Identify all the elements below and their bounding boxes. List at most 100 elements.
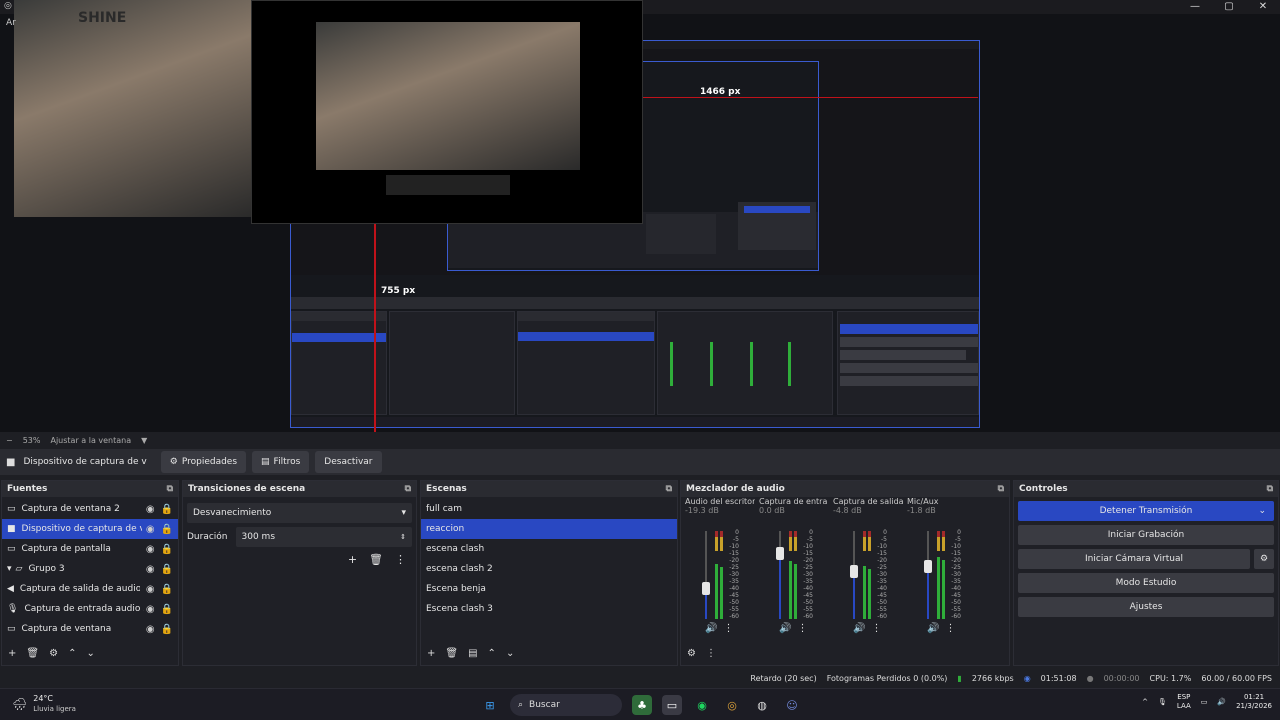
- cap-logo-text: SHINE: [78, 10, 127, 26]
- more-options-icon[interactable]: ⋮: [395, 553, 406, 566]
- clock[interactable]: 01:21 21/3/2026: [1236, 693, 1272, 711]
- source-item[interactable]: ◀ Captura de salida de audio 3 ◉ 🔒: [2, 579, 178, 599]
- scene-item[interactable]: escena clash 2: [421, 559, 677, 579]
- source-item[interactable]: ■ Dispositivo de captura de vide ◉ 🔒: [2, 519, 178, 539]
- eye-icon[interactable]: ◉: [146, 564, 155, 575]
- start-recording-button[interactable]: Iniciar Grabación: [1018, 525, 1274, 545]
- scene-item[interactable]: Escena benja: [421, 579, 677, 599]
- volume-icon[interactable]: 🔊: [705, 623, 717, 634]
- volume-slider-knob[interactable]: [850, 564, 858, 578]
- language-indicator[interactable]: ESP LAA: [1177, 693, 1191, 711]
- scale-tick: -50: [729, 599, 739, 606]
- volume-icon[interactable]: 🔊: [1217, 698, 1226, 706]
- status-bar: Retardo (20 sec) Fotogramas Perdidos 0 (…: [0, 669, 1280, 687]
- eye-icon[interactable]: ◉: [146, 584, 155, 595]
- volume-icon[interactable]: 🔊: [853, 623, 865, 634]
- add-transition-button[interactable]: +: [348, 553, 357, 566]
- settings-button[interactable]: Ajustes: [1018, 597, 1274, 617]
- chevron-down-icon[interactable]: ⌄: [1258, 506, 1266, 516]
- more-options-icon[interactable]: ⋮: [706, 648, 716, 659]
- chevron-down-icon[interactable]: ▾: [7, 564, 12, 574]
- weather-widget[interactable]: 🌧 24°C Lluvia ligera: [12, 694, 76, 714]
- app-menu-label[interactable]: Ar: [6, 18, 16, 28]
- studio-mode-button[interactable]: Modo Estudio: [1018, 573, 1274, 593]
- lock-icon[interactable]: 🔒: [161, 604, 173, 615]
- eye-icon[interactable]: ◉: [146, 604, 155, 615]
- duration-input[interactable]: 300 ms ⇕: [235, 527, 412, 547]
- zoom-out-button[interactable]: −: [6, 436, 13, 445]
- remove-source-button[interactable]: 🗑: [26, 648, 39, 659]
- source-item[interactable]: ▭ Captura de ventana 2 ◉ 🔒: [2, 499, 178, 519]
- dock-undock-icon[interactable]: ⧉: [1267, 484, 1273, 494]
- minimize-button[interactable]: —: [1178, 0, 1212, 14]
- remove-scene-button[interactable]: 🗑: [445, 648, 458, 659]
- deactivate-button[interactable]: Desactivar: [315, 451, 382, 473]
- taskbar-search[interactable]: ⌕ Buscar: [510, 694, 622, 716]
- eye-icon[interactable]: ◉: [146, 504, 155, 515]
- lock-icon[interactable]: 🔒: [161, 504, 173, 515]
- scene-item[interactable]: full cam: [421, 499, 677, 519]
- add-source-button[interactable]: +: [8, 648, 16, 659]
- stepper-icon[interactable]: ⇕: [400, 533, 406, 541]
- lock-icon[interactable]: 🔒: [161, 584, 173, 595]
- scene-item[interactable]: Escena clash 3: [421, 599, 677, 619]
- lock-icon[interactable]: 🔒: [161, 624, 173, 635]
- lock-icon[interactable]: 🔒: [161, 564, 173, 575]
- add-scene-button[interactable]: +: [427, 648, 435, 659]
- eye-icon[interactable]: ◉: [146, 624, 155, 635]
- maximize-button[interactable]: ▢: [1212, 0, 1246, 14]
- chrome-icon[interactable]: ◎: [722, 695, 742, 715]
- start-virtual-camera-button[interactable]: Iniciar Cámara Virtual: [1018, 549, 1250, 569]
- discord-icon[interactable]: ☺: [782, 695, 802, 715]
- source-item[interactable]: ▭ Captura de ventana ◉ 🔒: [2, 619, 178, 639]
- dock-undock-icon[interactable]: ⧉: [405, 484, 411, 494]
- dock-undock-icon[interactable]: ⧉: [167, 484, 173, 494]
- volume-icon[interactable]: 🔊: [927, 623, 939, 634]
- eye-icon[interactable]: ◉: [146, 544, 155, 555]
- game-icon[interactable]: ♣: [632, 695, 652, 715]
- obs-icon[interactable]: ◍: [752, 695, 772, 715]
- scene-filter-button[interactable]: ▤: [468, 648, 477, 659]
- preview-canvas[interactable]: 1466 px 755 px SHINE: [0, 0, 1280, 432]
- start-menu-icon[interactable]: ⊞: [480, 695, 500, 715]
- move-down-button[interactable]: ⌄: [86, 648, 94, 659]
- file-explorer-icon[interactable]: ▭: [662, 695, 682, 715]
- stop-stream-button[interactable]: Detener Transmisión ⌄: [1018, 501, 1274, 521]
- properties-button[interactable]: ⚙ Propiedades: [160, 451, 247, 473]
- network-icon[interactable]: ▭: [1201, 698, 1208, 706]
- volume-slider-knob[interactable]: [702, 582, 710, 596]
- spotify-icon[interactable]: ◉: [692, 695, 712, 715]
- more-options-icon[interactable]: ⋮: [871, 623, 881, 634]
- advanced-audio-icon[interactable]: ⚙: [687, 648, 696, 659]
- volume-slider-knob[interactable]: [924, 560, 932, 574]
- dock-undock-icon[interactable]: ⧉: [998, 484, 1004, 494]
- source-item[interactable]: 🎙 Captura de entrada audio 3 ◉ 🔒: [2, 599, 178, 619]
- lock-icon[interactable]: 🔒: [161, 544, 173, 555]
- scene-item[interactable]: escena clash: [421, 539, 677, 559]
- source-item[interactable]: ▭ Captura de pantalla ◉ 🔒: [2, 539, 178, 559]
- filters-button[interactable]: ▤ Filtros: [252, 451, 310, 473]
- remove-transition-button[interactable]: 🗑: [369, 553, 383, 566]
- move-down-button[interactable]: ⌄: [506, 648, 514, 659]
- source-settings-button[interactable]: ⚙: [49, 648, 58, 659]
- move-up-button[interactable]: ⌃: [68, 648, 76, 659]
- more-options-icon[interactable]: ⋮: [723, 623, 733, 634]
- scene-item[interactable]: reaccion: [421, 519, 677, 539]
- zoom-dropdown-icon[interactable]: ▼: [141, 436, 147, 445]
- transition-select[interactable]: Desvanecimiento ▾: [187, 503, 412, 523]
- volume-icon[interactable]: 🔊: [779, 623, 791, 634]
- source-item[interactable]: ▾ ▱ Grupo 3 ◉ 🔒: [2, 559, 178, 579]
- move-up-button[interactable]: ⌃: [488, 648, 496, 659]
- virtual-camera-settings-gear-icon[interactable]: ⚙: [1254, 549, 1274, 569]
- more-options-icon[interactable]: ⋮: [797, 623, 807, 634]
- scale-tick: -35: [877, 578, 887, 585]
- eye-icon[interactable]: ◉: [146, 524, 155, 535]
- dock-undock-icon[interactable]: ⧉: [666, 484, 672, 494]
- close-button[interactable]: ✕: [1246, 0, 1280, 14]
- mixer-footer: ⚙ ⋮: [681, 643, 1009, 663]
- lock-icon[interactable]: 🔒: [161, 524, 173, 535]
- more-options-icon[interactable]: ⋮: [945, 623, 955, 634]
- volume-slider-knob[interactable]: [776, 547, 784, 560]
- tray-expand-icon[interactable]: ^: [1142, 698, 1148, 706]
- mic-icon[interactable]: 🎙: [1158, 698, 1167, 706]
